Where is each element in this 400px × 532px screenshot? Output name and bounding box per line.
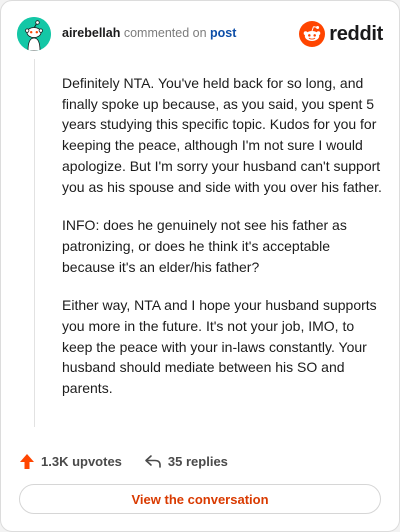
thread-line	[34, 59, 35, 427]
comment-meta: airebellah commented on post	[62, 26, 236, 40]
upvote-arrow-icon	[20, 453, 34, 469]
comment-paragraph-1: Definitely NTA. You've held back for so …	[62, 75, 382, 195]
upvote-count: 1.3K upvotes	[41, 453, 122, 469]
comment-actions: 1.3K upvotes 35 replies	[19, 451, 228, 471]
view-conversation-button[interactable]: View the conversation	[19, 484, 381, 514]
comment-body: Definitely NTA. You've held back for so …	[62, 73, 382, 417]
username[interactable]: airebellah	[62, 26, 120, 40]
snoo-avatar-icon	[17, 17, 51, 51]
commented-on-text: commented on	[123, 26, 207, 40]
comment-paragraph-2: INFO: does he genuinely not see his fath…	[62, 217, 347, 275]
reddit-logo[interactable]: reddit	[299, 19, 383, 49]
reply-arrow-icon	[145, 455, 161, 468]
upvote-button[interactable]: 1.3K upvotes	[19, 453, 122, 470]
reddit-snoo-icon	[299, 21, 326, 47]
replies-button[interactable]: 35 replies	[144, 454, 228, 469]
reddit-logo-text: reddit	[329, 22, 383, 45]
comment-paragraph-3: Either way, NTA and I hope your husband …	[62, 297, 377, 397]
reply-count: 35 replies	[167, 453, 228, 469]
comment-card: airebellah commented on post reddit Defi…	[0, 0, 400, 532]
post-link[interactable]: post	[210, 26, 236, 40]
comment-header: airebellah commented on post reddit	[17, 17, 383, 51]
user-avatar[interactable]	[17, 17, 51, 51]
